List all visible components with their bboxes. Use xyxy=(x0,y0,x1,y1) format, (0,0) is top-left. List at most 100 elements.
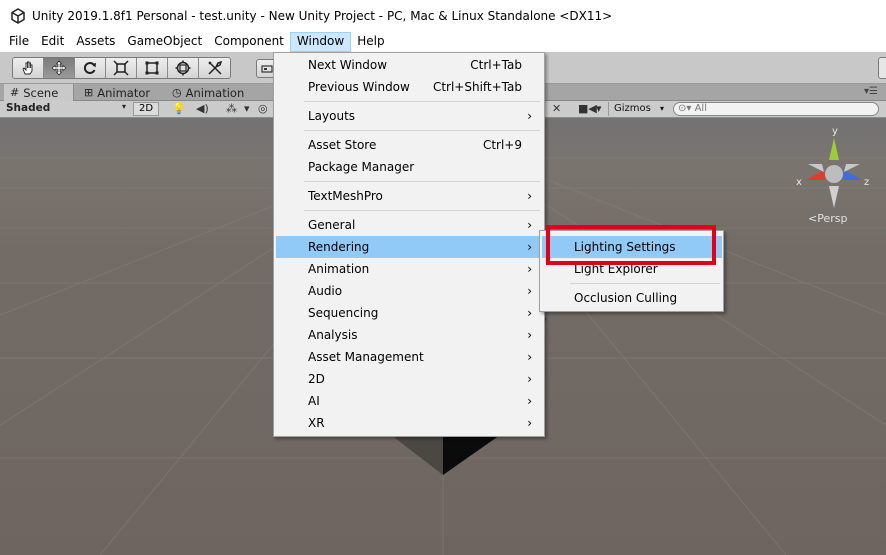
submenu-item-occlusion-culling[interactable]: Occlusion Culling xyxy=(542,287,722,309)
camera-settings-icon[interactable]: ■◀ xyxy=(578,102,597,116)
custom-tool-icon xyxy=(207,60,222,75)
menu-separator xyxy=(570,283,720,284)
gizmos-label: Gizmos xyxy=(614,103,651,114)
menu-item-label: Layouts xyxy=(308,109,356,123)
menu-item-audio[interactable]: Audio › xyxy=(276,280,542,302)
persp-arrow-icon: < xyxy=(808,212,818,225)
menu-item-label: General xyxy=(308,218,356,232)
chevron-right-icon: › xyxy=(527,416,532,430)
toolbar-overflow-button[interactable] xyxy=(878,57,886,79)
2d-toggle-button[interactable]: 2D xyxy=(133,102,159,116)
window-title: Unity 2019.1.8f1 Personal - test.unity -… xyxy=(32,9,613,23)
menu-separator xyxy=(304,130,540,131)
transform-tool-button[interactable] xyxy=(168,58,199,78)
menu-separator xyxy=(304,181,540,182)
menu-item-label: Rendering xyxy=(308,240,370,254)
audio-toggle-icon[interactable]: ◀) xyxy=(196,102,209,116)
submenu-item-label: Light Explorer xyxy=(574,262,658,276)
tools-settings-icon[interactable]: ✕ xyxy=(552,102,561,116)
chevron-right-icon: › xyxy=(527,394,532,408)
tab-animation[interactable]: ◷ Animation xyxy=(166,84,256,101)
search-placeholder: All xyxy=(694,103,707,114)
scene-search-input[interactable]: ⊙▾ All xyxy=(673,102,879,116)
menu-item-2d[interactable]: 2D › xyxy=(276,368,542,390)
rect-tool-button[interactable] xyxy=(137,58,168,78)
menu-item-textmeshpro[interactable]: TextMeshPro › xyxy=(276,185,542,207)
menu-item-label: Asset Management xyxy=(308,350,424,364)
menu-component[interactable]: Component xyxy=(208,32,290,52)
menu-item-rendering[interactable]: Rendering › xyxy=(276,236,542,258)
menu-item-label: Asset Store xyxy=(308,138,377,152)
menu-edit[interactable]: Edit xyxy=(35,32,70,52)
rendering-submenu: Lighting Settings Light Explorer Occlusi… xyxy=(539,230,724,312)
axis-x-label: x xyxy=(796,177,802,188)
gizmos-dropdown[interactable]: Gizmos ▾ xyxy=(608,102,666,116)
rotate-tool-button[interactable] xyxy=(75,58,106,78)
submenu-item-lighting-settings[interactable]: Lighting Settings xyxy=(542,236,722,258)
menu-item-label: Package Manager xyxy=(308,160,415,174)
custom-tool-button[interactable] xyxy=(199,58,230,78)
chevron-right-icon: › xyxy=(527,218,532,232)
menu-item-next-window[interactable]: Next Window Ctrl+Tab xyxy=(276,54,542,76)
move-tool-button[interactable] xyxy=(44,58,75,78)
hidden-objects-icon[interactable]: ◎ xyxy=(258,102,268,116)
menu-item-label: Previous Window xyxy=(308,80,410,94)
orientation-gizmo[interactable]: y x z xyxy=(792,122,872,208)
rect-tool-icon xyxy=(145,61,159,75)
chevron-right-icon: › xyxy=(527,284,532,298)
scale-tool-button[interactable] xyxy=(106,58,137,78)
projection-label[interactable]: <Persp xyxy=(808,212,847,225)
chevron-right-icon: › xyxy=(527,189,532,203)
menu-item-general[interactable]: General › xyxy=(276,214,542,236)
menu-separator xyxy=(304,210,540,211)
hand-tool-button[interactable] xyxy=(13,58,44,78)
chevron-right-icon: › xyxy=(527,372,532,386)
tabs-menu-icon[interactable]: ▾☰ xyxy=(864,86,878,97)
axis-z-label: z xyxy=(864,177,869,188)
menu-assets[interactable]: Assets xyxy=(70,32,121,52)
menu-item-sequencing[interactable]: Sequencing › xyxy=(276,302,542,324)
tab-scene[interactable]: # Scene xyxy=(4,84,74,101)
rotate-tool-icon xyxy=(84,62,96,74)
persp-text: Persp xyxy=(817,212,848,225)
menu-item-asset-management[interactable]: Asset Management › xyxy=(276,346,542,368)
lighting-toggle-icon[interactable]: 💡 xyxy=(172,102,186,116)
tab-animation-label: Animation xyxy=(185,85,245,100)
menu-item-asset-store[interactable]: Asset Store Ctrl+9 xyxy=(276,134,542,156)
menu-window[interactable]: Window xyxy=(289,32,352,52)
tab-animator-label: Animator xyxy=(97,85,151,100)
pivot-icon xyxy=(261,64,273,73)
menu-item-package-manager[interactable]: Package Manager xyxy=(276,156,542,178)
menu-item-label: XR xyxy=(308,416,325,430)
tab-scene-label: Scene xyxy=(23,85,59,100)
menu-item-ai[interactable]: AI › xyxy=(276,390,542,412)
chevron-down-icon: ▾ xyxy=(121,102,126,111)
chevron-right-icon: › xyxy=(527,350,532,364)
menu-file[interactable]: File xyxy=(3,32,35,52)
menu-item-previous-window[interactable]: Previous Window Ctrl+Shift+Tab xyxy=(276,76,542,98)
menu-item-shortcut: Ctrl+Tab xyxy=(470,58,522,72)
window-menu-dropdown: Next Window Ctrl+Tab Previous Window Ctr… xyxy=(273,52,545,437)
menu-item-shortcut: Ctrl+Shift+Tab xyxy=(432,80,522,94)
shading-mode-label: Shaded xyxy=(6,102,51,114)
camera-dropdown-icon[interactable]: ▾ xyxy=(596,102,602,116)
menu-gameobject[interactable]: GameObject xyxy=(121,32,208,52)
tab-animator[interactable]: ⊞ Animator xyxy=(78,84,162,101)
menu-item-animation[interactable]: Animation › xyxy=(276,258,542,280)
menu-item-layouts[interactable]: Layouts › xyxy=(276,105,542,127)
effects-toggle-icon[interactable]: ⁂ xyxy=(226,102,237,116)
menu-item-label: Next Window xyxy=(308,58,388,72)
shading-mode-dropdown[interactable]: Shaded ▾ xyxy=(6,102,128,116)
menu-item-analysis[interactable]: Analysis › xyxy=(276,324,542,346)
menu-help[interactable]: Help xyxy=(351,32,390,52)
chevron-right-icon: › xyxy=(527,262,532,276)
chevron-right-icon: › xyxy=(527,328,532,342)
effects-dropdown-icon[interactable]: ▾ xyxy=(244,102,250,116)
menu-separator xyxy=(304,101,540,102)
chevron-right-icon: › xyxy=(527,109,532,123)
submenu-item-light-explorer[interactable]: Light Explorer xyxy=(542,258,722,280)
hand-tool-icon xyxy=(22,61,33,75)
menu-item-xr[interactable]: XR › xyxy=(276,412,542,434)
menu-item-label: Analysis xyxy=(308,328,358,342)
transform-tools xyxy=(12,57,231,79)
